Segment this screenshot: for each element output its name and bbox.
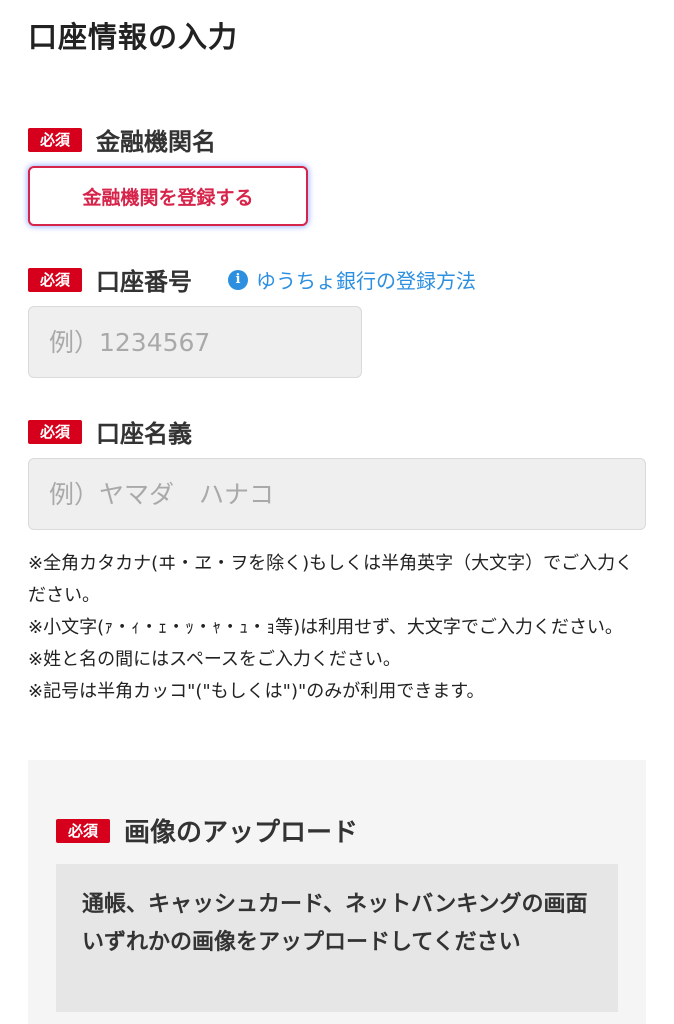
upload-heading: 画像のアップロード xyxy=(124,818,359,848)
note-line: ※全角カタカナ(ヰ・ヱ・ヲを除く)もしくは半角英字（大文字）でご入力ください。 xyxy=(28,553,634,606)
required-badge: 必須 xyxy=(28,127,83,152)
note-line: ※小文字(ｧ・ｨ・ｪ・ｯ・ｬ・ｭ・ｮ等)は利用せず、大文字でご入力ください。 xyxy=(28,617,623,638)
upload-heading-row: 必須 画像のアップロード xyxy=(56,812,358,849)
account-number-label-row: 必須 口座番号 i ゆうちょ銀行の登録方法 xyxy=(28,262,476,297)
yucho-help-link[interactable]: i ゆうちょ銀行の登録方法 xyxy=(228,265,476,294)
note-line: ※姓と名の間にはスペースをご入力ください。 xyxy=(28,649,401,670)
image-upload-section: 必須 画像のアップロード 通帳、キャッシュカード、ネットバンキングの画面いずれか… xyxy=(28,760,646,1024)
account-name-label: 口座名義 xyxy=(96,420,193,448)
bank-label-row: 必須 金融機関名 xyxy=(28,122,216,157)
required-badge: 必須 xyxy=(56,818,111,843)
account-name-label-row: 必須 口座名義 xyxy=(28,414,192,449)
info-icon: i xyxy=(228,269,249,290)
required-badge: 必須 xyxy=(28,267,83,292)
yucho-help-link-text: ゆうちょ銀行の登録方法 xyxy=(256,269,477,293)
bank-label: 金融機関名 xyxy=(96,128,217,156)
register-bank-button[interactable]: 金融機関を登録する xyxy=(28,166,308,226)
upload-instruction: 通帳、キャッシュカード、ネットバンキングの画面いずれかの画像をアップロードしてく… xyxy=(56,864,618,1012)
page-title: 口座情報の入力 xyxy=(28,20,239,54)
required-badge: 必須 xyxy=(28,419,83,444)
account-name-notes: ※全角カタカナ(ヰ・ヱ・ヲを除く)もしくは半角英字（大文字）でご入力ください。 … xyxy=(28,548,650,708)
account-number-input[interactable] xyxy=(28,306,362,378)
account-number-label: 口座番号 xyxy=(96,268,193,296)
note-line: ※記号は半角カッコ"("もしくは")"のみが利用できます。 xyxy=(28,681,485,702)
account-name-input[interactable] xyxy=(28,458,646,530)
